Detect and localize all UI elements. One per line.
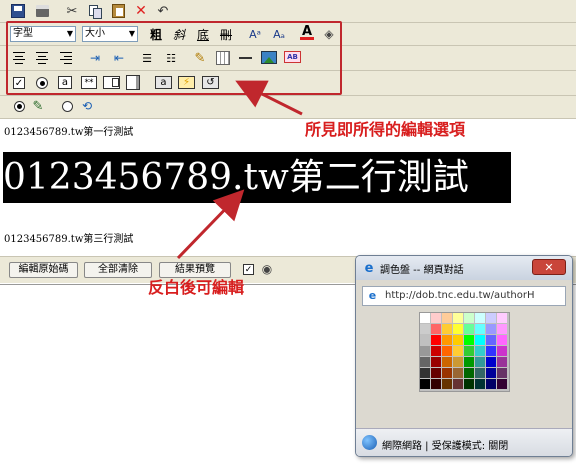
save-icon[interactable] — [11, 4, 25, 18]
palette-grid — [419, 312, 510, 392]
color-swatch[interactable] — [431, 368, 442, 379]
color-swatch[interactable] — [420, 368, 431, 379]
editor-line-1: 0123456789.tw第一行測試 — [4, 127, 134, 138]
color-swatch[interactable] — [431, 379, 442, 390]
eye-icon: ◉ — [261, 262, 273, 276]
editor-line-3: 0123456789.tw第三行測試 — [4, 234, 134, 245]
color-swatch[interactable] — [431, 346, 442, 357]
color-swatch[interactable] — [453, 368, 464, 379]
color-swatch[interactable] — [420, 357, 431, 368]
edit-source-button[interactable]: 編輯原始碼 — [9, 262, 78, 278]
color-swatch[interactable] — [453, 313, 464, 324]
color-swatch[interactable] — [442, 379, 453, 390]
undo-icon[interactable]: ↶ — [156, 4, 170, 19]
color-swatch[interactable] — [442, 346, 453, 357]
color-swatch[interactable] — [486, 379, 497, 390]
color-swatch[interactable] — [464, 368, 475, 379]
color-swatch[interactable] — [475, 368, 486, 379]
color-swatch[interactable] — [475, 357, 486, 368]
color-swatch[interactable] — [442, 368, 453, 379]
copy-icon[interactable] — [88, 4, 102, 19]
design-mode-icon: ✎ — [32, 98, 44, 114]
color-swatch[interactable] — [475, 324, 486, 335]
ie-page-icon: e — [368, 289, 377, 302]
color-swatch[interactable] — [442, 357, 453, 368]
color-swatch[interactable] — [464, 379, 475, 390]
color-swatch[interactable] — [464, 313, 475, 324]
color-swatch[interactable] — [420, 335, 431, 346]
color-swatch[interactable] — [486, 313, 497, 324]
color-swatch[interactable] — [486, 346, 497, 357]
dialog-address-bar: e http://dob.tnc.edu.tw/authorH — [362, 286, 566, 306]
color-swatch[interactable] — [475, 379, 486, 390]
color-swatch[interactable] — [464, 324, 475, 335]
color-swatch[interactable] — [464, 335, 475, 346]
color-swatch[interactable] — [453, 346, 464, 357]
color-swatch[interactable] — [497, 313, 508, 324]
main-toolbar: ✂ ✕ ↶ — [0, 0, 576, 23]
color-swatch[interactable] — [497, 335, 508, 346]
delete-icon[interactable]: ✕ — [134, 3, 148, 19]
color-swatch[interactable] — [442, 335, 453, 346]
color-swatch[interactable] — [442, 313, 453, 324]
color-swatch[interactable] — [486, 324, 497, 335]
html-mode-radio[interactable] — [62, 101, 73, 112]
dialog-title: 調色盤 -- 網頁對話 — [380, 265, 464, 276]
color-swatch[interactable] — [431, 357, 442, 368]
dialog-titlebar: e 調色盤 -- 網頁對話 ✕ — [356, 256, 572, 280]
palette-dialog: e 調色盤 -- 網頁對話 ✕ e http://dob.tnc.edu.tw/… — [355, 255, 573, 457]
paste-icon[interactable] — [111, 4, 125, 18]
color-swatch[interactable] — [420, 313, 431, 324]
options-highlight-box — [6, 21, 342, 95]
color-swatch[interactable] — [420, 379, 431, 390]
preview-checkbox[interactable]: ✓ — [243, 264, 254, 275]
design-mode-radio[interactable] — [14, 101, 25, 112]
color-swatch[interactable] — [453, 335, 464, 346]
color-swatch[interactable] — [475, 346, 486, 357]
color-swatch[interactable] — [486, 368, 497, 379]
editor-area[interactable]: 0123456789.tw第一行測試 0123456789.tw第二行測試 01… — [0, 119, 576, 257]
color-swatch[interactable] — [464, 357, 475, 368]
edit-annotation: 反白後可編輯 — [148, 278, 245, 297]
ie-icon: e — [364, 260, 374, 276]
mode-toolbar: ✎ ⟲ — [0, 96, 576, 119]
print-icon[interactable] — [35, 4, 49, 18]
globe-icon — [362, 435, 377, 450]
color-swatch[interactable] — [420, 346, 431, 357]
color-swatch[interactable] — [453, 324, 464, 335]
color-swatch[interactable] — [464, 346, 475, 357]
color-swatch[interactable] — [453, 379, 464, 390]
color-swatch[interactable] — [442, 324, 453, 335]
color-swatch[interactable] — [486, 357, 497, 368]
color-swatch[interactable] — [431, 335, 442, 346]
editor-line-2[interactable]: 0123456789.tw第二行測試 — [3, 152, 511, 203]
color-swatch[interactable] — [453, 357, 464, 368]
color-swatch[interactable] — [497, 379, 508, 390]
color-swatch[interactable] — [497, 346, 508, 357]
options-annotation: 所見即所得的編輯選項 — [305, 120, 466, 139]
cut-icon[interactable]: ✂ — [65, 4, 79, 19]
dialog-status-text: 網際網路 | 受保護模式: 關閉 — [382, 441, 509, 452]
color-swatch[interactable] — [497, 357, 508, 368]
color-swatch[interactable] — [486, 335, 497, 346]
color-swatch[interactable] — [497, 324, 508, 335]
dialog-statusbar: 網際網路 | 受保護模式: 關閉 — [356, 428, 572, 456]
clear-all-button[interactable]: 全部清除 — [84, 262, 152, 278]
color-swatch[interactable] — [431, 324, 442, 335]
close-button[interactable]: ✕ — [532, 259, 566, 275]
color-swatch[interactable] — [475, 313, 486, 324]
color-swatch[interactable] — [475, 335, 486, 346]
color-swatch[interactable] — [420, 324, 431, 335]
dialog-url: http://dob.tnc.edu.tw/authorH — [385, 290, 535, 301]
color-swatch[interactable] — [431, 313, 442, 324]
html-mode-icon: ⟲ — [81, 99, 93, 113]
color-swatch[interactable] — [497, 368, 508, 379]
